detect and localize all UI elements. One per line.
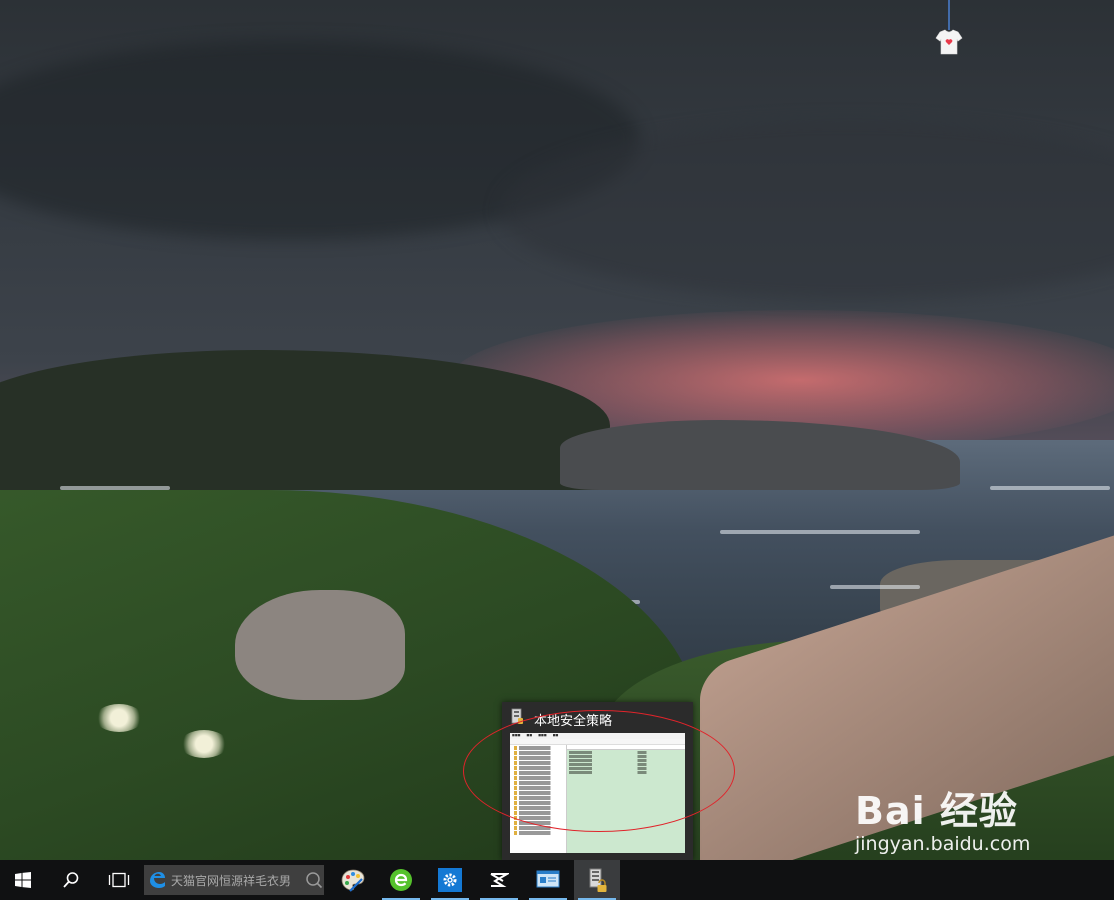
boulders xyxy=(235,590,405,700)
taskbar-browser-app[interactable] xyxy=(378,860,424,900)
taskbar-local-security-policy-app[interactable] xyxy=(574,860,620,900)
highlight-circle xyxy=(463,710,735,832)
wave xyxy=(830,585,920,589)
paint-palette-icon xyxy=(341,869,365,892)
search-button[interactable] xyxy=(48,860,94,900)
taskbar-control-panel-app[interactable] xyxy=(525,860,571,900)
magnifier-icon xyxy=(63,872,79,888)
windows-logo-icon xyxy=(15,872,31,888)
baidu-url: jingyan.baidu.com xyxy=(855,833,1031,855)
taskbar-paint-app[interactable] xyxy=(330,860,376,900)
gear-icon xyxy=(438,868,462,892)
taskbar-capcut-app[interactable] xyxy=(476,860,522,900)
baidu-logo: Bai 经验 xyxy=(855,789,1018,833)
control-panel-icon xyxy=(536,870,560,888)
security-policy-icon xyxy=(589,868,607,892)
wave xyxy=(990,486,1110,490)
task-view-button[interactable] xyxy=(96,860,142,900)
green-e-browser-icon xyxy=(390,869,412,891)
taskbar: 天猫官网恒源祥毛衣男 xyxy=(0,860,1114,900)
task-view-icon xyxy=(108,872,130,888)
capcut-icon xyxy=(490,873,509,887)
taskbar-search-box[interactable]: 天猫官网恒源祥毛衣男 xyxy=(144,865,324,895)
flower-cluster xyxy=(180,730,228,758)
wave xyxy=(720,530,920,534)
search-placeholder: 天猫官网恒源祥毛衣男 xyxy=(171,873,292,888)
search-icon xyxy=(306,872,323,889)
edge-browser-icon xyxy=(150,872,165,888)
flower-cluster xyxy=(95,704,143,732)
taskbar-settings-app[interactable] xyxy=(427,860,473,900)
baidu-watermark: Bai 经验 jingyan.baidu.com xyxy=(855,780,1030,855)
start-button[interactable] xyxy=(0,860,46,900)
tshirt-widget-icon[interactable] xyxy=(934,0,964,56)
